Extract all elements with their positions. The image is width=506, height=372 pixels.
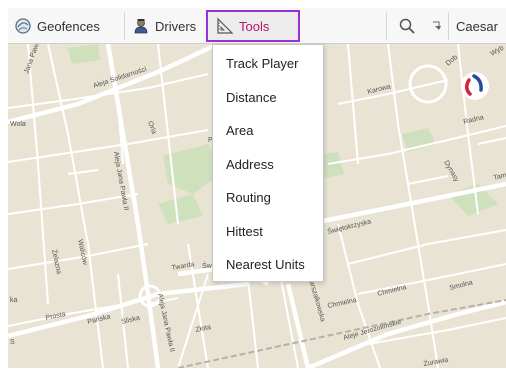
toolbar-divider <box>448 12 449 40</box>
tools-button[interactable]: Tools <box>206 10 300 42</box>
ruler-triangle-icon <box>216 17 234 35</box>
driver-icon <box>132 17 150 35</box>
logo-emblem <box>461 72 489 100</box>
drivers-label: Drivers <box>155 18 197 34</box>
tools-dropdown-menu: Track Player Distance Area Address Routi… <box>212 44 324 282</box>
geofence-icon <box>14 17 32 35</box>
menu-item-hittest[interactable]: Hittest <box>213 215 323 249</box>
toolbar-divider <box>124 12 125 40</box>
map-label: ka <box>10 297 18 304</box>
tools-label: Tools <box>239 18 270 34</box>
toolbar-divider <box>386 12 387 40</box>
menu-item-track-player[interactable]: Track Player <box>213 47 323 81</box>
map-label: S <box>10 339 15 346</box>
drivers-button[interactable]: Drivers <box>132 10 196 42</box>
menu-item-distance[interactable]: Distance <box>213 81 323 115</box>
user-menu-button[interactable]: Caesar <box>452 10 498 42</box>
geofences-label: Geofences <box>37 18 100 34</box>
app-frame: Geofences Drivers Tools Caesar Wola Alej… <box>0 0 506 372</box>
search-icon <box>399 18 415 34</box>
search-button[interactable] <box>392 10 422 42</box>
map-label-district: Wola <box>10 121 26 128</box>
corner-arrow-icon <box>433 21 441 30</box>
geofences-button[interactable]: Geofences <box>14 10 100 42</box>
user-name: Caesar <box>456 18 498 34</box>
top-toolbar: Geofences Drivers Tools Caesar <box>8 8 506 44</box>
menu-item-area[interactable]: Area <box>213 114 323 148</box>
collapse-button[interactable] <box>428 10 446 42</box>
menu-item-address[interactable]: Address <box>213 148 323 182</box>
menu-item-routing[interactable]: Routing <box>213 181 323 215</box>
menu-item-nearest-units[interactable]: Nearest Units <box>213 248 323 282</box>
